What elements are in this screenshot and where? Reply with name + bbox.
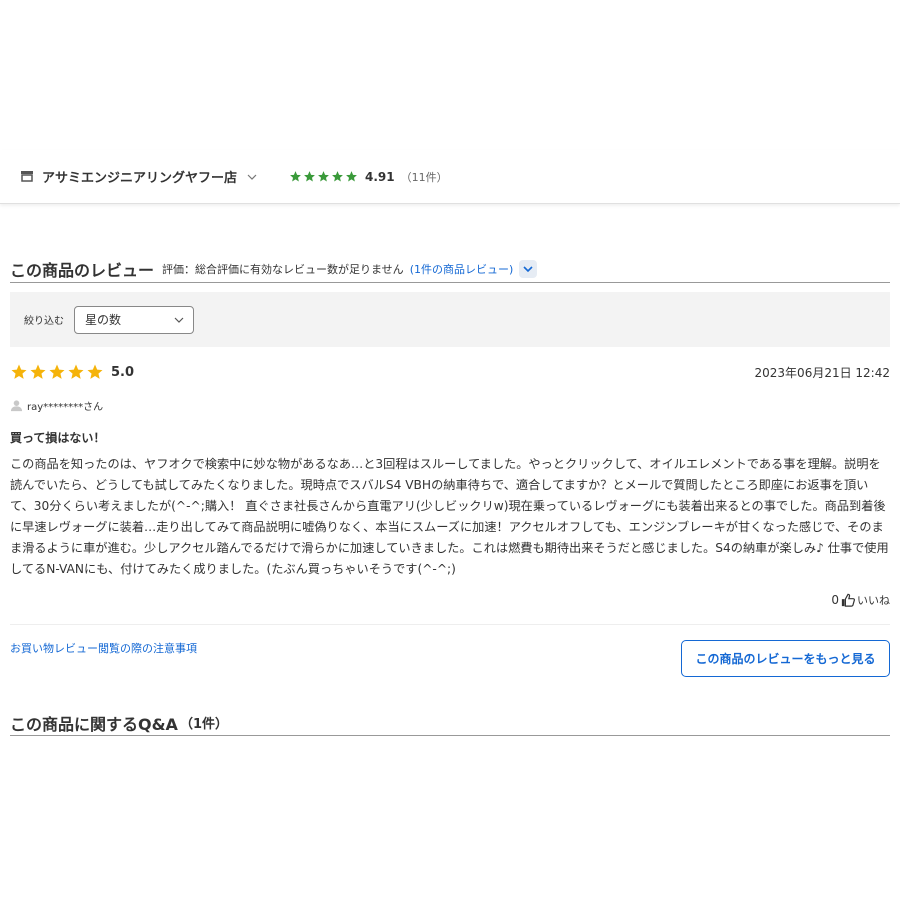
review-body: この商品を知ったのは、ヤフオクで検索中に妙な物があるなあ…と3回程はスルーしてま… — [10, 457, 889, 576]
star-icon — [30, 364, 46, 379]
star-icon — [11, 364, 27, 379]
star-icon — [87, 364, 103, 379]
star-icon — [290, 171, 301, 182]
star-icon — [68, 364, 84, 379]
like-label: いいね — [857, 594, 890, 607]
qa-count: （1件） — [179, 717, 228, 732]
review-item: 5.0 2023年06月21日 12:42 ray********さん 買って損… — [10, 360, 890, 580]
reviewer-name: ray********さん — [27, 401, 104, 413]
review-date: 2023年06月21日 12:42 — [754, 366, 890, 380]
store-rating-value: 4.91 — [365, 169, 395, 184]
like-button[interactable]: 0 いいね — [831, 592, 890, 608]
qa-section-header: この商品に関するQ&A （1件） — [10, 710, 890, 736]
store-bar: アサミエンジニアリングヤフー店 4.91 （11件） — [0, 150, 900, 204]
store-name[interactable]: アサミエンジニアリングヤフー店 — [42, 167, 237, 186]
qa-section-title: この商品に関するQ&A — [10, 714, 178, 734]
star-icon — [318, 171, 329, 182]
star-filter-select[interactable]: 星の数 — [74, 305, 194, 334]
star-icon — [332, 171, 343, 182]
review-notice-link[interactable]: お買い物レビュー閲覧の際の注意事項 — [10, 640, 197, 656]
expand-toggle[interactable] — [519, 260, 538, 278]
product-review-count-link[interactable]: (1件の商品レビュー) — [410, 261, 514, 277]
filter-selected-value: 星の数 — [85, 313, 122, 327]
review-rating-note: 評価：総合評価に有効なレビュー数が足りません — [162, 263, 404, 276]
store-icon — [21, 170, 33, 182]
review-headline: 買って損はない！ — [10, 431, 106, 445]
like-count: 0 — [831, 593, 839, 607]
more-reviews-button[interactable]: この商品のレビューをもっと見る — [681, 640, 890, 677]
filter-label: 絞り込む — [24, 316, 64, 327]
star-icon — [304, 171, 315, 182]
chevron-down-icon — [523, 266, 533, 273]
thumbs-up-icon — [841, 593, 855, 607]
review-section-title: この商品のレビュー — [10, 261, 155, 280]
divider — [10, 624, 890, 625]
store-review-count[interactable]: （11件） — [401, 169, 448, 185]
filter-bar: 絞り込む 星の数 — [10, 292, 890, 347]
chevron-down-icon — [174, 317, 184, 323]
star-icon — [49, 364, 65, 379]
chevron-down-icon[interactable] — [245, 170, 259, 184]
review-section-header: この商品のレビュー 評価：総合評価に有効なレビュー数が足りません (1件の商品レ… — [10, 256, 890, 283]
store-star-rating: 4.91 （11件） — [289, 169, 448, 185]
user-icon — [10, 399, 23, 411]
reviewer: ray********さん — [10, 398, 890, 413]
review-rating-value: 5.0 — [111, 364, 135, 380]
star-icon — [346, 171, 357, 182]
